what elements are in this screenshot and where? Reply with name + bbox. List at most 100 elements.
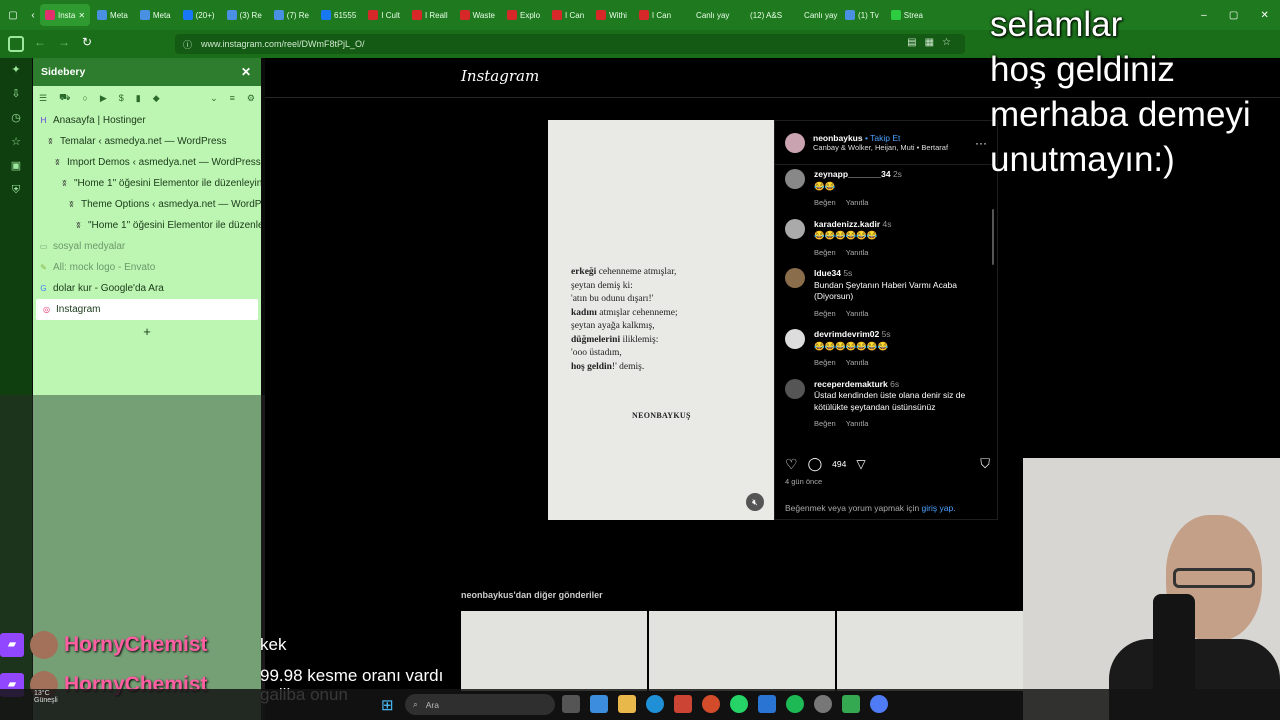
- like-comment-button[interactable]: Beğen: [814, 247, 836, 259]
- windows-start-icon[interactable]: ⊞: [381, 696, 394, 714]
- more-options-icon[interactable]: ···: [975, 136, 987, 150]
- browser-tab[interactable]: I Can: [634, 4, 676, 26]
- post-thumbnail[interactable]: [649, 611, 835, 691]
- sidebery-tab-item[interactable]: ʬ Theme Options ‹ asmedya.net — WordPress: [33, 194, 261, 215]
- like-comment-button[interactable]: Beğen: [814, 197, 836, 209]
- game-icon[interactable]: ◆: [153, 93, 160, 104]
- comment-username[interactable]: zeynapp_______34: [814, 169, 891, 179]
- avatar[interactable]: [785, 378, 805, 399]
- site-info-icon[interactable]: ⓘ: [183, 38, 192, 51]
- post-thumbnail[interactable]: [837, 611, 1023, 691]
- circle-icon[interactable]: ○: [82, 93, 87, 103]
- download-icon[interactable]: ⇩: [0, 82, 32, 106]
- sidebery-tab-item[interactable]: ʬ "Home 1" öğesini Elementor ile düzenley…: [33, 215, 261, 236]
- bookmark-save-icon[interactable]: ⛉: [980, 456, 990, 472]
- app-icon[interactable]: [674, 695, 692, 713]
- app-icon[interactable]: [562, 695, 580, 713]
- url-field[interactable]: ⓘ www.instagram.com/reel/DWmF8tPjL_O/ ▤▦…: [175, 34, 965, 54]
- comment-username[interactable]: receperdemakturk: [814, 379, 888, 389]
- browser-tab[interactable]: (3) Re: [222, 4, 267, 26]
- app-icon[interactable]: [842, 695, 860, 713]
- like-comment-button[interactable]: Beğen: [814, 418, 836, 430]
- browser-tab[interactable]: I Cult: [363, 4, 405, 26]
- avatar[interactable]: [785, 169, 805, 189]
- instagram-logo[interactable]: Instagram: [461, 67, 539, 85]
- spotify-icon[interactable]: [786, 695, 804, 713]
- vivaldi-icon[interactable]: [702, 695, 720, 713]
- weather-widget[interactable]: 13°C Güneşli: [34, 690, 74, 704]
- share-icon[interactable]: ▽: [856, 457, 865, 471]
- browser-tab[interactable]: Canlı yayı: [786, 4, 838, 26]
- post-username[interactable]: neonbaykus: [813, 133, 863, 143]
- url-actions-icon[interactable]: ▤▦☆: [907, 37, 959, 48]
- reply-button[interactable]: Yanıtla: [846, 418, 869, 430]
- avatar[interactable]: [785, 329, 805, 349]
- reply-button[interactable]: Yanıtla: [846, 197, 869, 209]
- sidebery-tab-item[interactable]: Gdolar kur - Google'da Ara: [33, 278, 261, 299]
- close-icon[interactable]: ✕: [241, 65, 251, 79]
- reply-button[interactable]: Yanıtla: [846, 247, 869, 259]
- reel-video[interactable]: erkeği cehenneme atmışlar, şeytan demiş k…: [548, 120, 774, 520]
- forward-icon[interactable]: →: [58, 35, 70, 49]
- browser-tab[interactable]: (12) A&S: [732, 4, 784, 26]
- tab-scroll-left-icon[interactable]: ‹: [26, 10, 40, 21]
- browser-tab[interactable]: (1) Tv: [840, 4, 884, 26]
- close-tab-icon[interactable]: ✕: [78, 11, 85, 20]
- follow-button[interactable]: Takip Et: [870, 133, 900, 143]
- tab-overview-icon[interactable]: ▢: [0, 10, 26, 21]
- browser-tab[interactable]: Meta: [135, 4, 176, 26]
- comment-username[interactable]: devrimdevrim02: [814, 329, 879, 339]
- shield-icon[interactable]: ⛨: [0, 178, 32, 202]
- browser-tab[interactable]: Waste: [455, 4, 500, 26]
- sidebery-tab-item[interactable]: ◎ Instagram: [36, 299, 258, 320]
- browser-tab[interactable]: Insta ✕: [40, 4, 91, 26]
- avatar[interactable]: [785, 218, 805, 239]
- reply-button[interactable]: Yanıtla: [846, 357, 869, 369]
- back-icon[interactable]: ←: [34, 35, 46, 49]
- reload-icon[interactable]: ↻: [82, 35, 92, 49]
- bookmark-icon[interactable]: ☆: [0, 130, 32, 154]
- browser-tab[interactable]: Strea: [886, 4, 928, 26]
- history-icon[interactable]: ◷: [0, 106, 32, 130]
- post-audio[interactable]: Canbay & Wolker, Heijan, Muti • Bertaraf: [813, 143, 948, 152]
- like-comment-button[interactable]: Beğen: [814, 357, 836, 369]
- ai-icon[interactable]: ✦: [0, 58, 32, 82]
- browser-tab[interactable]: (20+): [178, 4, 220, 26]
- sidebery-tab-item[interactable]: ▭ sosyal medyalar: [33, 236, 261, 257]
- play-icon[interactable]: ▶: [100, 93, 107, 104]
- browser-tab[interactable]: 61555: [316, 4, 361, 26]
- avatar[interactable]: [785, 132, 805, 153]
- book-icon[interactable]: ▮: [136, 93, 141, 104]
- reply-button[interactable]: Yanıtla: [846, 308, 869, 320]
- browser-tab[interactable]: Explo: [502, 4, 545, 26]
- app-icon[interactable]: [870, 695, 888, 713]
- chevron-down-icon[interactable]: ⌄: [210, 93, 218, 104]
- scrollbar[interactable]: [992, 209, 994, 265]
- comment-icon[interactable]: ◯: [808, 456, 823, 472]
- sidebery-tab-item[interactable]: ʬ Import Demos ‹ asmedya.net — WordPress: [33, 152, 261, 173]
- steam-icon[interactable]: [814, 695, 832, 713]
- folder-icon[interactable]: [618, 695, 636, 713]
- sidebery-tab-item[interactable]: ʬ Temalar ‹ asmedya.net — WordPress: [33, 131, 261, 152]
- edge-icon[interactable]: [646, 695, 664, 713]
- browser-tab[interactable]: I Reall: [407, 4, 453, 26]
- sidebery-tab-item[interactable]: H Anasayfa | Hostinger: [33, 110, 261, 131]
- browser-tab[interactable]: Canlı yayın: [678, 4, 730, 26]
- sidebar-toggle-icon[interactable]: [8, 36, 24, 52]
- browser-tab[interactable]: (7) Re: [269, 4, 314, 26]
- sidebery-icon[interactable]: ▣: [0, 154, 32, 178]
- browser-tab[interactable]: Withi: [591, 4, 632, 26]
- heart-icon[interactable]: ♡: [785, 456, 798, 473]
- sidebery-tab-item[interactable]: ʬ "Home 1" öğesini Elementor ile düzenley…: [33, 173, 261, 194]
- whatsapp-icon[interactable]: [730, 695, 748, 713]
- browser-tab[interactable]: I Can: [547, 4, 589, 26]
- dollar-icon[interactable]: $: [119, 93, 124, 103]
- sidebery-tab-item[interactable]: ✎ All: mock logo - Envato: [33, 257, 261, 278]
- avatar[interactable]: [785, 268, 805, 288]
- app-icon[interactable]: [758, 695, 776, 713]
- app-icon[interactable]: [590, 695, 608, 713]
- list-icon[interactable]: ☰: [39, 93, 47, 104]
- cart-icon[interactable]: ⛟: [59, 92, 70, 104]
- gear-icon[interactable]: ⚙: [247, 93, 255, 104]
- sort-icon[interactable]: ≡: [230, 93, 235, 103]
